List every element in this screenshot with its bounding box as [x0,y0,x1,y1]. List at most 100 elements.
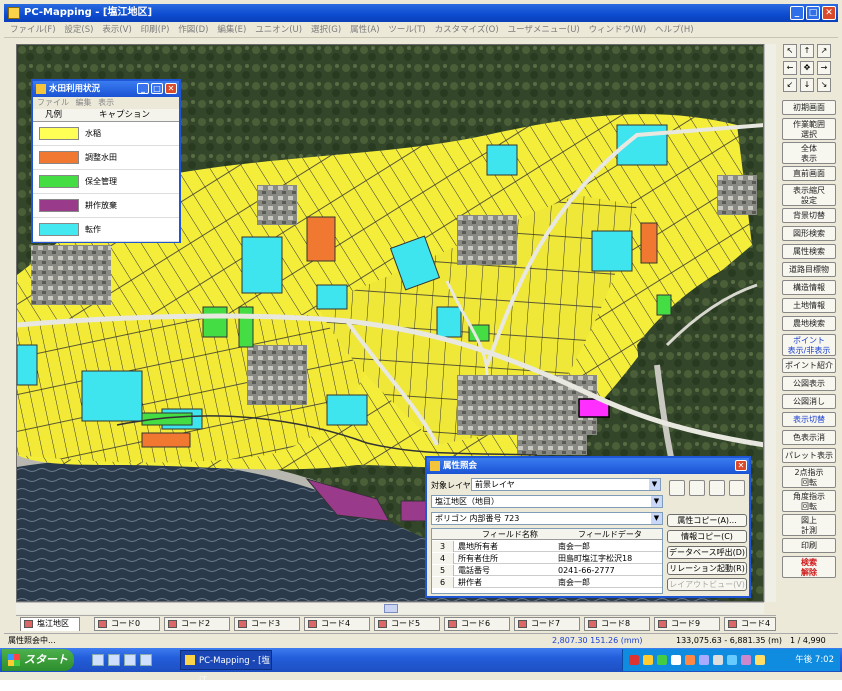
legend-maximize-button[interactable]: □ [151,83,163,94]
arrow-up-right-icon[interactable]: ↗ [817,44,831,58]
menu-tools[interactable]: ツール(T) [388,22,425,38]
menu-help[interactable]: ヘルプ(H) [655,22,694,38]
tray-volume-icon[interactable] [671,655,681,665]
layers-icon[interactable] [709,480,725,496]
point-intro-button[interactable]: ポイント紹介 [782,358,836,373]
polygon-select[interactable]: ポリゴン 内部番号 723 ▼ [431,512,663,525]
legend-menu-edit[interactable]: 編集 [76,98,92,107]
scale-setting-button[interactable]: 表示縮尺 設定 [782,184,836,206]
tab-code5[interactable]: コード5 [374,617,440,631]
relation-launch-button[interactable]: リレーション起動(R) [667,562,747,575]
table-row[interactable]: 4 所有者住所 田島町塩江字松沢18 [432,553,662,564]
tray-extra-icon[interactable] [755,655,765,665]
info-copy-button[interactable]: 情報コピー(C) [667,530,747,543]
tab-code4-b[interactable]: コード4 [724,617,776,631]
menu-union[interactable]: ユニオン(U) [255,22,302,38]
menu-customize[interactable]: カスタマイズ(O) [435,22,499,38]
legend-minimize-button[interactable]: _ [137,83,149,94]
table-row[interactable]: 5 電話番号 0241-66-2777 [432,565,662,576]
taskbar-item-pcmapping[interactable]: PC-Mapping - [塩江... [180,650,272,686]
leaf-icon[interactable] [729,480,745,496]
full-view-button[interactable]: 全体 表示 [782,142,836,164]
quicklaunch-ie-icon[interactable] [92,654,104,666]
tab-code4[interactable]: コード4 [304,617,370,631]
tray-app-icon[interactable] [741,655,751,665]
minimize-button[interactable]: _ [790,6,804,20]
legend-menu-file[interactable]: ファイル [37,98,69,107]
table-row[interactable]: 3 農地所有者 南会一郎 [432,541,662,552]
farmland-search-button[interactable]: 農地検索 [782,316,836,331]
legend-menu-view[interactable]: 表示 [98,98,114,107]
arrow-right-icon[interactable]: → [817,61,831,75]
legend-row[interactable]: 耕作放棄 [33,194,179,218]
attribute-search-button[interactable]: 属性検索 [782,244,836,259]
search-clear-button[interactable]: 検索 解除 [782,556,836,578]
arrow-down-left-icon[interactable]: ↙ [783,78,797,92]
start-button[interactable]: スタート [2,649,74,671]
work-range-button[interactable]: 作業範囲 選択 [782,118,836,140]
structure-info-button[interactable]: 構造情報 [782,280,836,295]
tab-code0[interactable]: コード0 [94,617,160,631]
tray-network-icon[interactable] [657,655,667,665]
tray-security-icon[interactable] [685,655,695,665]
horizontal-scrollbar[interactable] [16,602,764,614]
tray-help-icon[interactable] [699,655,709,665]
tab-code3[interactable]: コード3 [234,617,300,631]
quicklaunch-media-icon[interactable] [124,654,136,666]
tab-code2[interactable]: コード2 [164,617,230,631]
tab-code8[interactable]: コード8 [584,617,650,631]
target-layer-select[interactable]: 前景レイヤ ▼ [471,478,661,491]
quicklaunch-desktop-icon[interactable] [140,654,152,666]
previous-screen-button[interactable]: 直前画面 [782,166,836,181]
attribute-window[interactable]: 属性照会 ✕ 対象レイヤ 前景レイヤ ▼ 塩江地区（地目） ▼ ポリゴン 内部番号 … [425,456,751,598]
clock[interactable]: 午後 7:02 [795,649,834,671]
close-button[interactable]: ✕ [822,6,836,20]
angle-rotate-button[interactable]: 角度指示 回転 [782,490,836,512]
arrow-left-icon[interactable]: ← [783,61,797,75]
legend-row[interactable]: 調整水田 [33,146,179,170]
point-toggle-button[interactable]: ポイント 表示/非表示 [782,334,836,356]
public-map-hide-button[interactable]: 公図消し [782,394,836,409]
attribute-copy-button[interactable]: 属性コピー(A)... [667,514,747,527]
pen-icon[interactable] [689,480,705,496]
color-clear-button[interactable]: 色表示消 [782,430,836,445]
arrow-down-right-icon[interactable]: ↘ [817,78,831,92]
menu-file[interactable]: ファイル(F) [10,22,56,38]
menu-attribute[interactable]: 属性(A) [350,22,379,38]
table-row[interactable]: 6 耕作者 南会一郎 [432,577,662,588]
menu-settings[interactable]: 設定(S) [64,22,93,38]
two-point-rotate-button[interactable]: 2点指示 回転 [782,466,836,488]
palette-button[interactable]: パレット表示 [782,448,836,463]
vertical-scrollbar[interactable] [764,44,776,602]
quicklaunch-mail-icon[interactable] [108,654,120,666]
menu-view[interactable]: 表示(V) [102,22,131,38]
maximize-button[interactable]: □ [806,6,820,20]
map-measure-button[interactable]: 図上 計測 [782,514,836,536]
initial-screen-button[interactable]: 初期画面 [782,100,836,115]
tab-shiogo[interactable]: 塩江地区 [20,617,80,631]
arrow-down-icon[interactable]: ↓ [800,78,814,92]
legend-row[interactable]: 保全管理 [33,170,179,194]
field-table[interactable]: フィールド名称 フィールドデータ 3 農地所有者 南会一郎 4 所有者住所 田島町塩江字… [431,528,663,594]
tray-keyboard-icon[interactable] [643,655,653,665]
land-info-button[interactable]: 土地情報 [782,298,836,313]
horizontal-scroll-thumb[interactable] [384,604,398,613]
background-toggle-button[interactable]: 背景切替 [782,208,836,223]
tab-code6[interactable]: コード6 [444,617,510,631]
menu-select[interactable]: 選択(G) [311,22,341,38]
arrow-up-icon[interactable]: ↑ [800,44,814,58]
attribute-close-button[interactable]: ✕ [735,460,747,471]
menu-print[interactable]: 印刷(P) [141,22,170,38]
menu-user[interactable]: ユーザメニュー(U) [508,22,580,38]
road-landmark-button[interactable]: 道路目標物 [782,262,836,277]
legend-close-button[interactable]: ✕ [165,83,177,94]
legend-window[interactable]: 水田利用状況 _ □ ✕ ファイル 編集 表示 凡例 キャプション 水稲 調整水… [31,79,181,243]
layer-select[interactable]: 塩江地区（地目） ▼ [431,495,663,508]
menu-edit[interactable]: 編集(E) [217,22,246,38]
tab-code9[interactable]: コード9 [654,617,720,631]
legend-row[interactable]: 転作 [33,218,179,242]
database-call-button[interactable]: データベース呼出(D) [667,546,747,559]
center-icon[interactable]: ✥ [800,61,814,75]
tray-update-icon[interactable] [727,655,737,665]
tray-tool-icon[interactable] [713,655,723,665]
